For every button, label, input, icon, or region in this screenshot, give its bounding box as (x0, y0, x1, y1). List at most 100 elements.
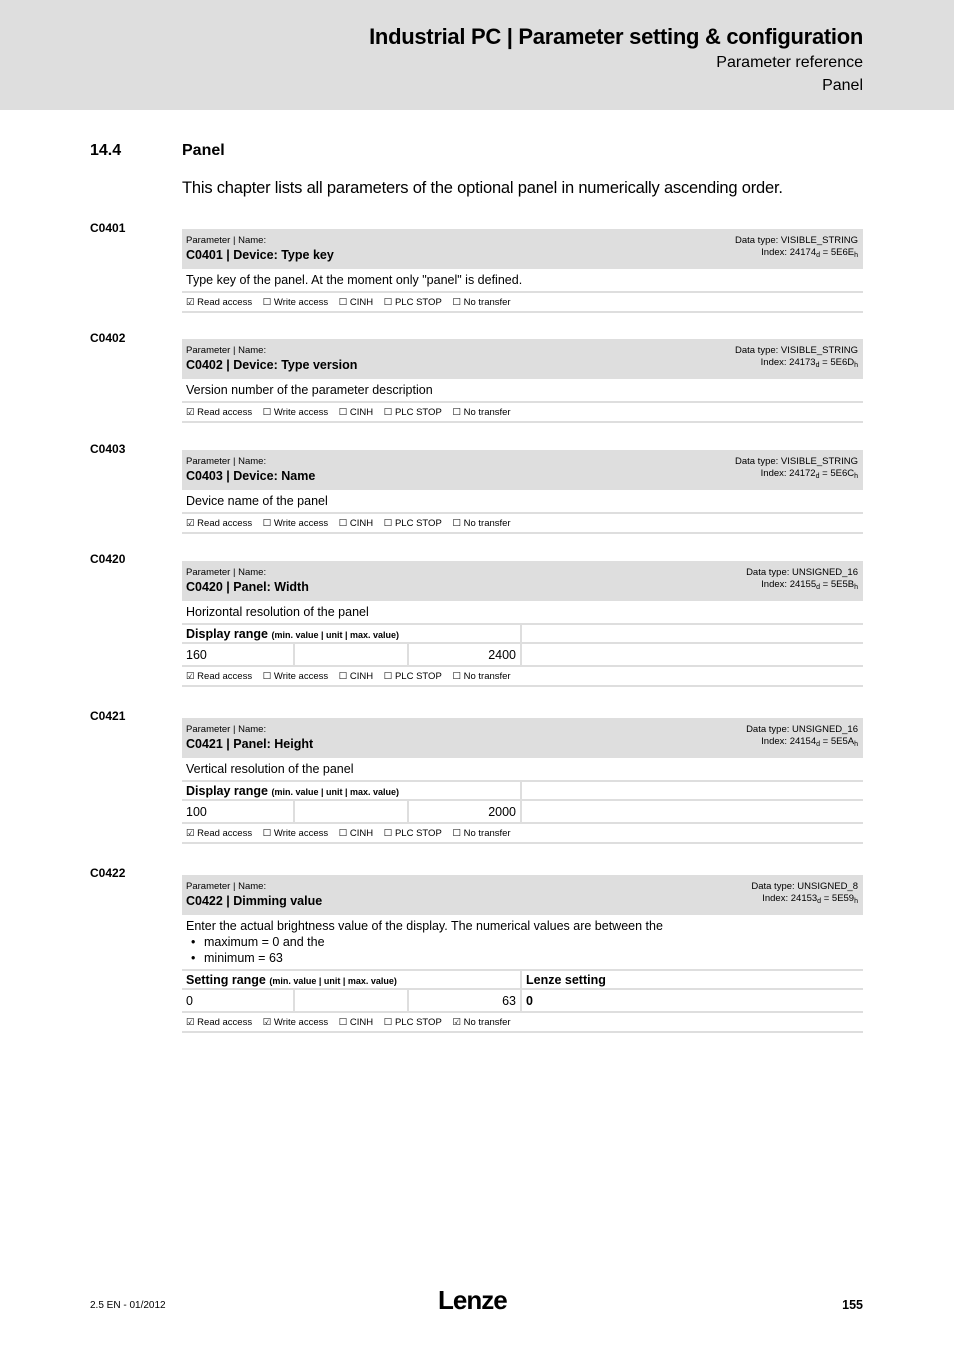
param-name: C0402 | Device: Type version (186, 358, 358, 372)
document-title: Industrial PC | Parameter setting & conf… (369, 24, 863, 49)
param-table-c0401: Parameter | Name: C0401 | Device: Type k… (182, 229, 863, 313)
param-name: C0403 | Device: Name (186, 469, 316, 483)
access-flags: ☑ Read access ☐ Write access ☐ CINH ☐ PL… (182, 824, 863, 844)
lenze-setting-value: 0 (522, 990, 863, 1013)
param-name-label: Parameter | Name: (186, 235, 267, 246)
plc-stop-flag: ☐ PLC STOP (383, 297, 442, 308)
no-transfer-flag: ☐ No transfer (452, 297, 511, 308)
access-flags: ☑ Read access ☑ Write access ☐ CINH ☐ PL… (182, 1013, 863, 1033)
param-header: Parameter | Name: C0421 | Panel: Height … (182, 718, 863, 758)
param-name: C0422 | Dimming value (186, 894, 323, 908)
setting-range-table: Setting range (min. value | unit | max. … (182, 971, 863, 1013)
param-name-label: Parameter | Name: (186, 345, 267, 356)
param-name: C0420 | Panel: Width (186, 580, 309, 594)
lenze-logo: Lenze (438, 1285, 508, 1315)
param-description: Vertical resolution of the panel (182, 758, 863, 782)
page-header: Industrial PC | Parameter setting & conf… (0, 0, 954, 110)
range-header: Display range (min. value | unit | max. … (182, 782, 522, 801)
write-access-flag: ☑ Write access (262, 1017, 329, 1028)
param-code-c0421: C0421 (90, 709, 126, 723)
description-bullets: maximum = 0 and the minimum = 63 (186, 934, 859, 966)
plc-stop-flag: ☐ PLC STOP (383, 1017, 442, 1028)
description-text: Enter the actual brightness value of the… (186, 919, 663, 933)
range-empty (522, 801, 863, 824)
param-header: Parameter | Name: C0401 | Device: Type k… (182, 229, 863, 269)
cinh-flag: ☐ CINH (338, 1017, 374, 1028)
section-number: 14.4 (90, 142, 122, 159)
page-number: 155 (842, 1298, 863, 1312)
access-flags: ☑ Read access ☐ Write access ☐ CINH ☐ PL… (182, 514, 863, 534)
cinh-flag: ☐ CINH (338, 828, 374, 839)
read-access-flag: ☑ Read access (186, 1017, 253, 1028)
param-description: Device name of the panel (182, 490, 863, 514)
plc-stop-flag: ☐ PLC STOP (383, 828, 442, 839)
data-type: Data type: UNSIGNED_16 (746, 724, 858, 735)
write-access-flag: ☐ Write access (262, 407, 329, 418)
section-subtitle: Panel (822, 77, 863, 94)
param-description: Horizontal resolution of the panel (182, 601, 863, 625)
write-access-flag: ☐ Write access (262, 297, 329, 308)
plc-stop-flag: ☐ PLC STOP (383, 407, 442, 418)
chapter-title: Parameter reference (716, 54, 863, 71)
cinh-flag: ☐ CINH (338, 671, 374, 682)
data-type: Data type: VISIBLE_STRING (734, 345, 858, 356)
access-flags: ☑ Read access ☐ Write access ☐ CINH ☐ PL… (182, 403, 863, 423)
param-code-c0402: C0402 (90, 331, 126, 345)
param-table-c0420: Parameter | Name: C0420 | Panel: Width D… (182, 561, 863, 687)
param-description: Version number of the parameter descript… (182, 379, 863, 403)
read-access-flag: ☑ Read access (186, 671, 253, 682)
param-name-label: Parameter | Name: (186, 567, 267, 578)
data-type: Data type: VISIBLE_STRING (734, 456, 858, 467)
range-unit (295, 644, 409, 667)
param-name: C0401 | Device: Type key (186, 248, 334, 262)
read-access-flag: ☑ Read access (186, 407, 253, 418)
param-name-label: Parameter | Name: (186, 456, 267, 467)
param-name: C0421 | Panel: Height (186, 737, 314, 751)
display-range-table: Display range (min. value | unit | max. … (182, 625, 863, 667)
param-description: Enter the actual brightness value of the… (182, 915, 863, 971)
range-unit (295, 990, 409, 1013)
param-index: Index: 24155d = 5E5Bh (761, 579, 858, 591)
param-table-c0422: Parameter | Name: C0422 | Dimming value … (182, 875, 863, 1033)
param-header: Parameter | Name: C0420 | Panel: Width D… (182, 561, 863, 601)
param-name-label: Parameter | Name: (186, 724, 267, 735)
section-intro: This chapter lists all parameters of the… (182, 179, 783, 197)
lenze-setting-header: Lenze setting (522, 971, 863, 990)
range-header: Display range (min. value | unit | max. … (182, 625, 522, 644)
range-max: 2400 (409, 644, 522, 667)
cinh-flag: ☐ CINH (338, 518, 374, 529)
data-type: Data type: UNSIGNED_16 (746, 567, 858, 578)
range-max: 2000 (409, 801, 522, 824)
param-name-label: Parameter | Name: (186, 881, 267, 892)
param-header: Parameter | Name: C0422 | Dimming value … (182, 875, 863, 915)
cinh-flag: ☐ CINH (338, 297, 374, 308)
read-access-flag: ☑ Read access (186, 828, 253, 839)
range-header-empty (522, 625, 863, 644)
bullet-item: minimum = 63 (186, 950, 859, 966)
range-empty (522, 644, 863, 667)
write-access-flag: ☐ Write access (262, 671, 329, 682)
data-type: Data type: UNSIGNED_8 (751, 881, 858, 892)
param-header: Parameter | Name: C0403 | Device: Name D… (182, 450, 863, 490)
write-access-flag: ☐ Write access (262, 518, 329, 529)
range-header: Setting range (min. value | unit | max. … (182, 971, 522, 990)
range-unit (295, 801, 409, 824)
plc-stop-flag: ☐ PLC STOP (383, 671, 442, 682)
access-flags: ☑ Read access ☐ Write access ☐ CINH ☐ PL… (182, 667, 863, 687)
no-transfer-flag: ☐ No transfer (452, 518, 511, 529)
param-description: Type key of the panel. At the moment onl… (182, 269, 863, 293)
param-index: Index: 24154d = 5E5Ah (761, 736, 858, 748)
param-code-c0401: C0401 (90, 221, 126, 235)
param-index: Index: 24153d = 5E59h (762, 893, 858, 905)
param-index: Index: 24174d = 5E6Eh (761, 247, 858, 259)
range-max: 63 (409, 990, 522, 1013)
cinh-flag: ☐ CINH (338, 407, 374, 418)
section-title: Panel (182, 142, 225, 159)
range-header-empty (522, 782, 863, 801)
param-code-c0422: C0422 (90, 866, 126, 880)
read-access-flag: ☑ Read access (186, 297, 253, 308)
plc-stop-flag: ☐ PLC STOP (383, 518, 442, 529)
access-flags: ☑ Read access ☐ Write access ☐ CINH ☐ PL… (182, 293, 863, 313)
write-access-flag: ☐ Write access (262, 828, 329, 839)
param-code-c0403: C0403 (90, 442, 126, 456)
